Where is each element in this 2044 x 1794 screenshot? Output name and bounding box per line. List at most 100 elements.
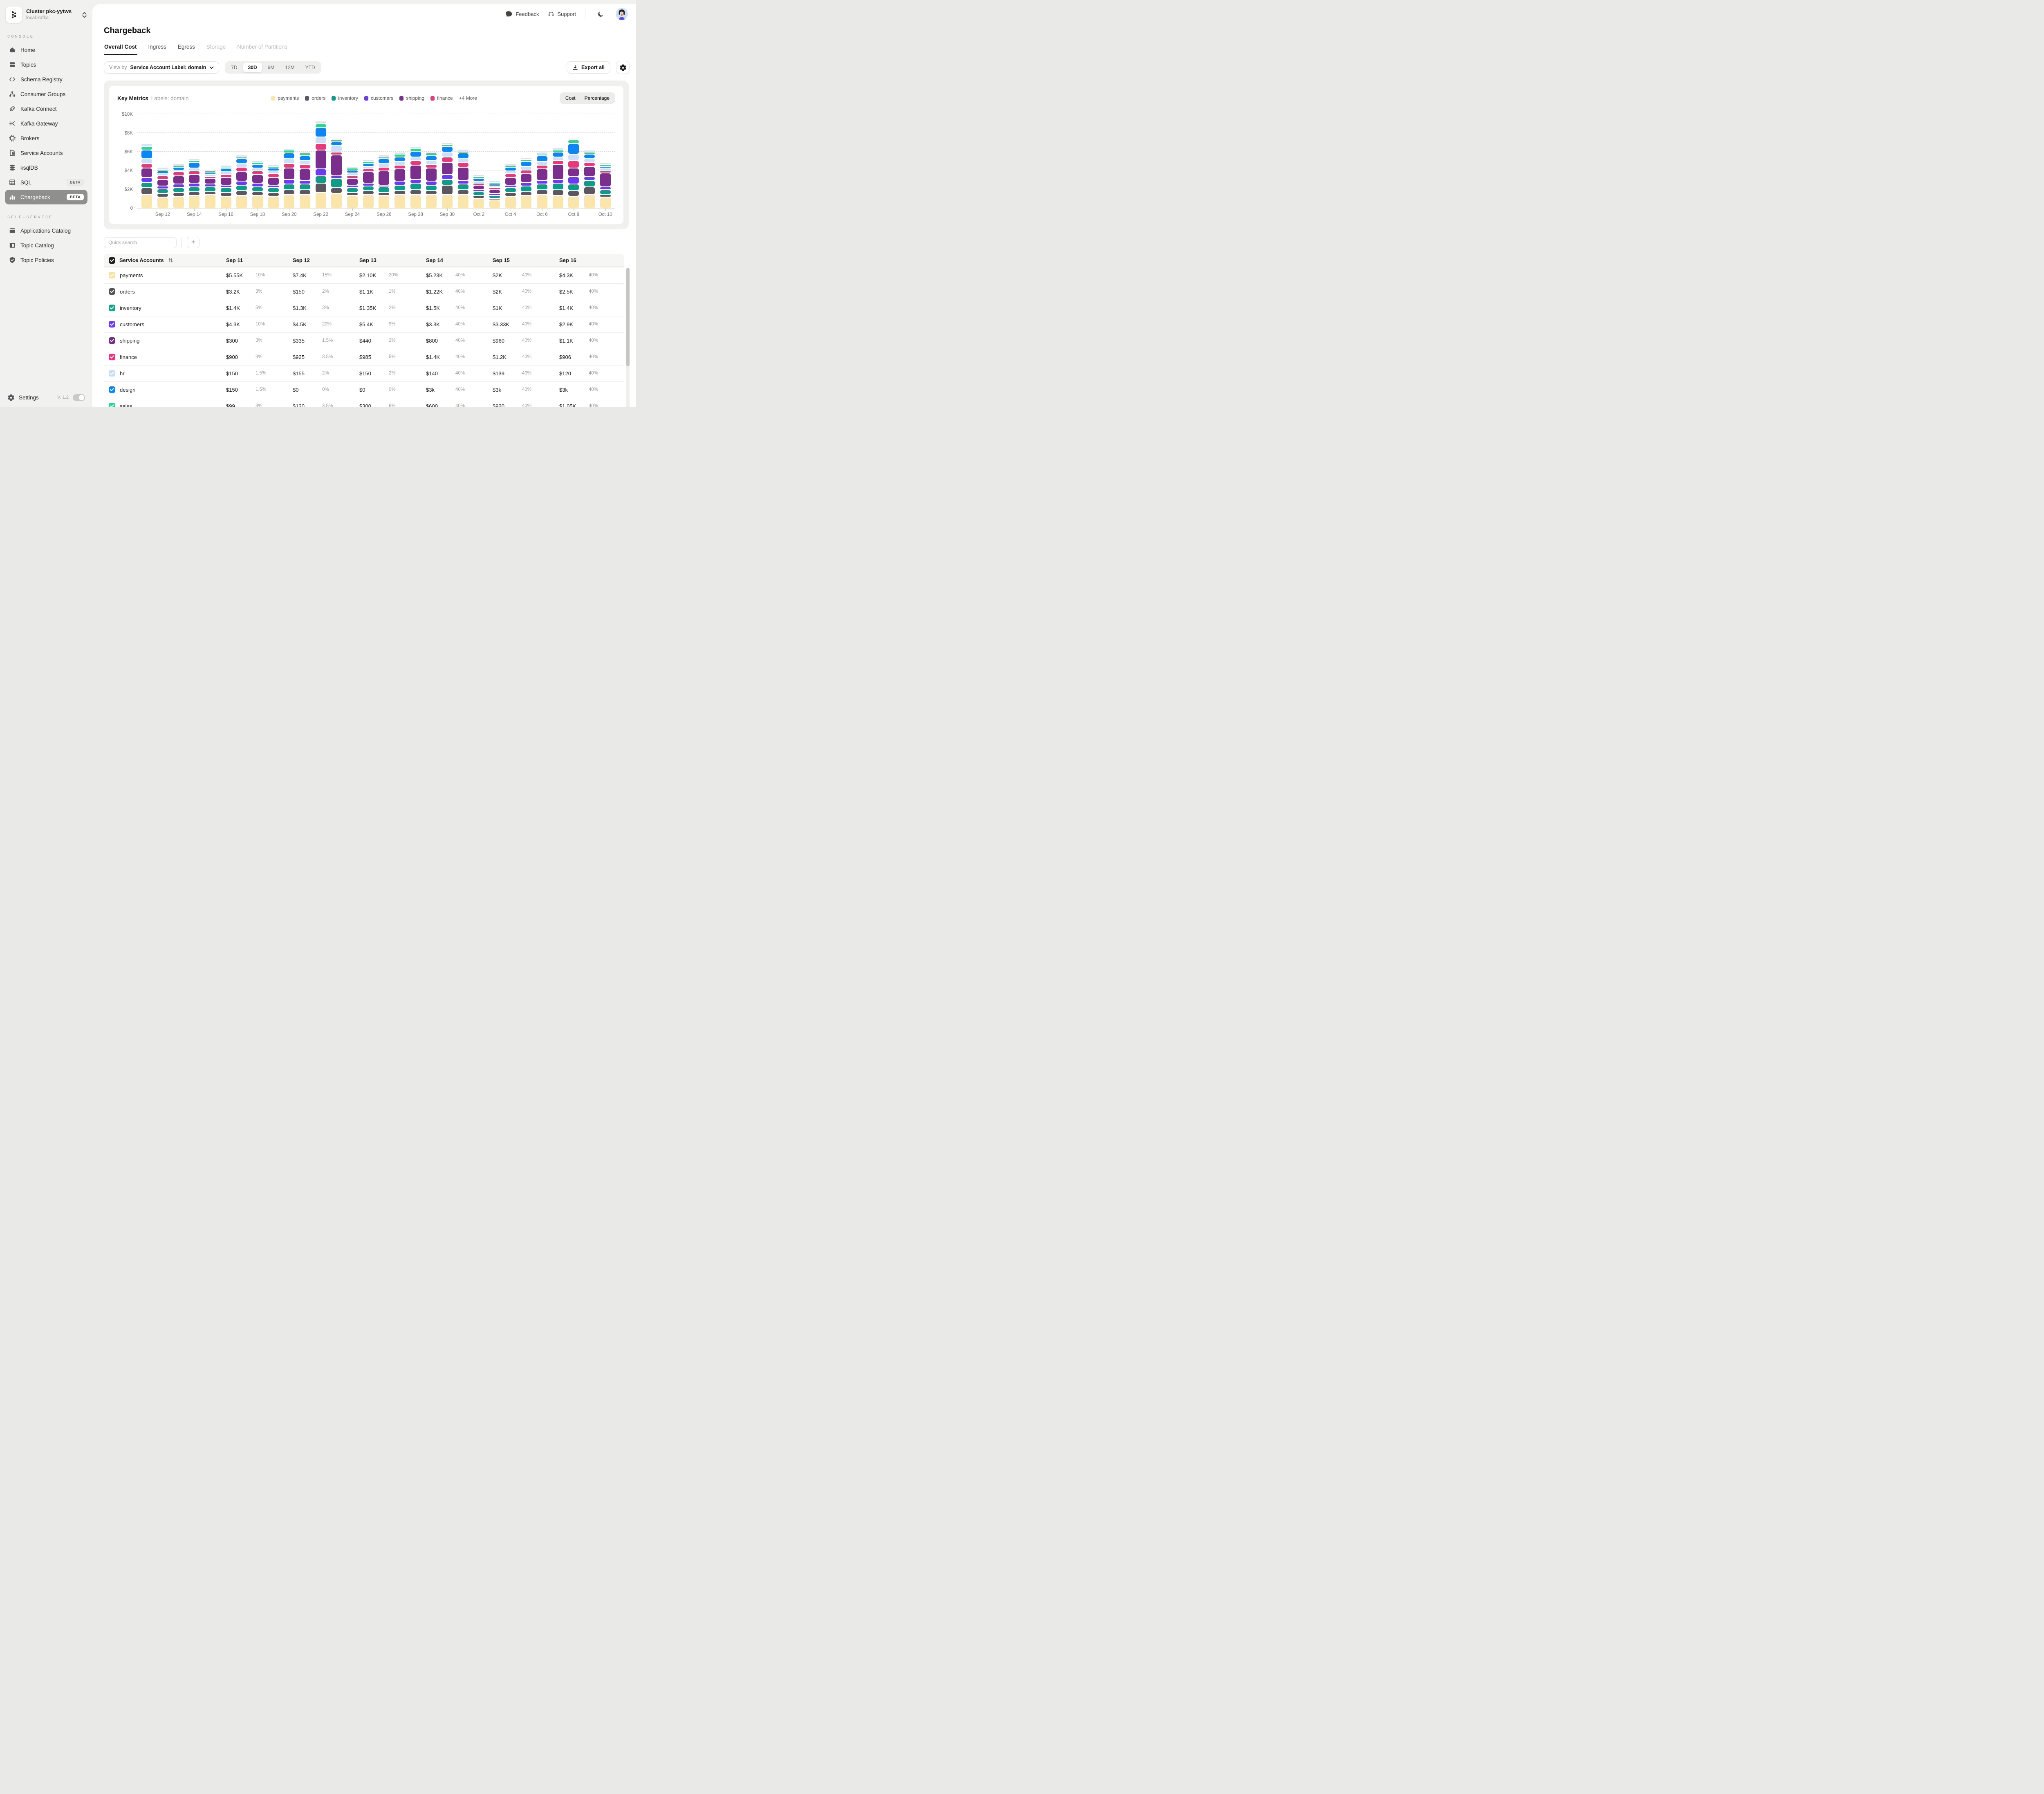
cost-value: $960 <box>493 337 504 344</box>
feedback-button[interactable]: Feedback <box>506 11 539 17</box>
row-checkbox-customers[interactable] <box>109 321 115 327</box>
sidebar-item-consumer-groups[interactable]: Consumer Groups <box>5 87 87 101</box>
bar-segment-hr <box>379 164 390 167</box>
legend-item-finance[interactable]: finance <box>430 95 453 101</box>
tab-ingress[interactable]: Ingress <box>148 44 167 55</box>
sidebar-item-topic-catalog[interactable]: Topic Catalog <box>5 238 87 253</box>
bar-oct-4[interactable] <box>505 164 516 208</box>
bar-segment-payments <box>394 195 405 208</box>
row-checkbox-finance[interactable] <box>109 354 115 360</box>
sql-icon <box>9 179 16 186</box>
bar-oct-6[interactable] <box>536 152 547 208</box>
bar-oct-7[interactable] <box>552 148 563 208</box>
dark-mode-button[interactable] <box>594 8 607 20</box>
bar-sep-14[interactable] <box>189 159 200 208</box>
row-checkbox-payments[interactable] <box>109 272 115 279</box>
row-checkbox-sales[interactable] <box>109 403 115 407</box>
range-button-12m[interactable]: 12M <box>280 63 299 72</box>
sidebar-item-home[interactable]: Home <box>5 43 87 57</box>
row-checkbox-hr[interactable] <box>109 370 115 377</box>
sidebar-item-topics[interactable]: Topics <box>5 57 87 72</box>
bar-sep-19[interactable] <box>268 165 279 208</box>
sidebar-item-chargeback[interactable]: Chargeback BETA <box>5 190 87 204</box>
bar-sep-17[interactable] <box>236 155 247 208</box>
table-scrollbar[interactable] <box>626 268 630 407</box>
sidebar-item-brokers[interactable]: Brokers <box>5 131 87 146</box>
sidebar-item-service-accounts[interactable]: Service Accounts <box>5 146 87 160</box>
row-checkbox-shipping[interactable] <box>109 337 115 344</box>
legend-item-orders[interactable]: orders <box>305 95 325 101</box>
legend-item-inventory[interactable]: inventory <box>332 95 358 101</box>
row-checkbox-design[interactable] <box>109 386 115 393</box>
unit-button-percentage[interactable]: Percentage <box>580 94 614 103</box>
sidebar-item-applications-catalog[interactable]: Applications Catalog <box>5 223 87 238</box>
legend-item-shipping[interactable]: shipping <box>399 95 424 101</box>
range-button-ytd[interactable]: YTD <box>300 63 320 72</box>
bar-sep-13[interactable] <box>173 164 184 208</box>
sort-icon[interactable] <box>168 258 173 263</box>
bar-oct-3[interactable] <box>489 181 500 208</box>
bar-segment-hr <box>568 154 579 160</box>
sidebar-item-schema-registry[interactable]: Schema Registry <box>5 72 87 87</box>
bar-segment-payments <box>584 195 595 208</box>
bar-sep-27[interactable] <box>394 152 405 208</box>
bar-sep-11[interactable] <box>141 144 152 208</box>
bar-segment-design <box>536 156 547 161</box>
chart-settings-button[interactable] <box>616 61 630 74</box>
sidebar-item-label: Service Accounts <box>20 150 63 156</box>
support-button[interactable]: Support <box>548 11 576 17</box>
bar-sep-30[interactable] <box>442 143 453 208</box>
bar-segment-other <box>394 152 405 154</box>
bar-oct-8[interactable] <box>568 138 579 208</box>
unit-button-cost[interactable]: Cost <box>561 94 580 103</box>
sidebar-toggle[interactable] <box>73 394 85 401</box>
select-all-checkbox[interactable] <box>109 257 115 264</box>
bar-sep-18[interactable] <box>252 161 263 208</box>
bar-oct-2[interactable] <box>473 175 484 208</box>
cost-percent: 15% <box>322 273 332 278</box>
bar-sep-26[interactable] <box>379 155 390 208</box>
sidebar-item-kafka-gateway[interactable]: Kafka Gateway <box>5 116 87 131</box>
bar-sep-20[interactable] <box>284 148 295 208</box>
sidebar-item-ksqldb[interactable]: ksqlDB <box>5 160 87 175</box>
row-checkbox-inventory[interactable] <box>109 305 115 311</box>
bar-sep-29[interactable] <box>426 151 437 208</box>
cluster-select-chevrons-icon[interactable] <box>82 11 87 18</box>
bar-oct-1[interactable] <box>457 150 468 208</box>
range-button-7d[interactable]: 7D <box>226 63 242 72</box>
bar-oct-9[interactable] <box>584 150 595 208</box>
range-button-6m[interactable]: 6M <box>263 63 280 72</box>
export-all-button[interactable]: Export all <box>567 61 610 74</box>
row-checkbox-orders[interactable] <box>109 288 115 295</box>
bar-sep-15[interactable] <box>204 169 215 208</box>
search-input[interactable] <box>104 237 177 248</box>
bar-sep-12[interactable] <box>157 168 168 208</box>
bar-segment-finance <box>410 161 421 165</box>
bar-sep-28[interactable] <box>410 147 421 208</box>
avatar[interactable] <box>616 8 628 20</box>
view-by-dropdown[interactable]: View by Service Account Label: domain <box>104 61 220 74</box>
bar-sep-25[interactable] <box>363 160 374 208</box>
bar-sep-16[interactable] <box>220 166 231 208</box>
bar-sep-21[interactable] <box>299 151 310 208</box>
settings-label[interactable]: Settings <box>19 395 39 401</box>
range-button-30d[interactable]: 30D <box>243 63 262 72</box>
tab-overall-cost[interactable]: Overall Cost <box>104 44 137 55</box>
bar-sep-22[interactable] <box>315 121 326 208</box>
cluster-switcher[interactable]: Cluster pkc-yytws local-kafka <box>5 6 87 24</box>
legend-item-payments[interactable]: payments <box>271 95 299 101</box>
bar-oct-10[interactable] <box>600 163 611 208</box>
sidebar-item-topic-policies[interactable]: Topic Policies <box>5 253 87 267</box>
legend-more-label[interactable]: +4 More <box>459 95 477 101</box>
table-scrollbar-thumb[interactable] <box>626 268 630 367</box>
kafka-cluster-icon <box>6 7 22 23</box>
legend-item-customers[interactable]: customers <box>364 95 393 101</box>
sidebar-item-kafka-connect[interactable]: Kafka Connect <box>5 101 87 116</box>
bar-sep-23[interactable] <box>331 138 342 208</box>
bar-oct-5[interactable] <box>521 158 532 208</box>
tab-egress[interactable]: Egress <box>177 44 195 55</box>
sidebar-item-sql[interactable]: SQL BETA <box>5 175 87 190</box>
bar-segment-inventory <box>331 179 342 188</box>
bar-sep-24[interactable] <box>347 166 358 208</box>
add-filter-button[interactable]: + <box>187 237 199 248</box>
